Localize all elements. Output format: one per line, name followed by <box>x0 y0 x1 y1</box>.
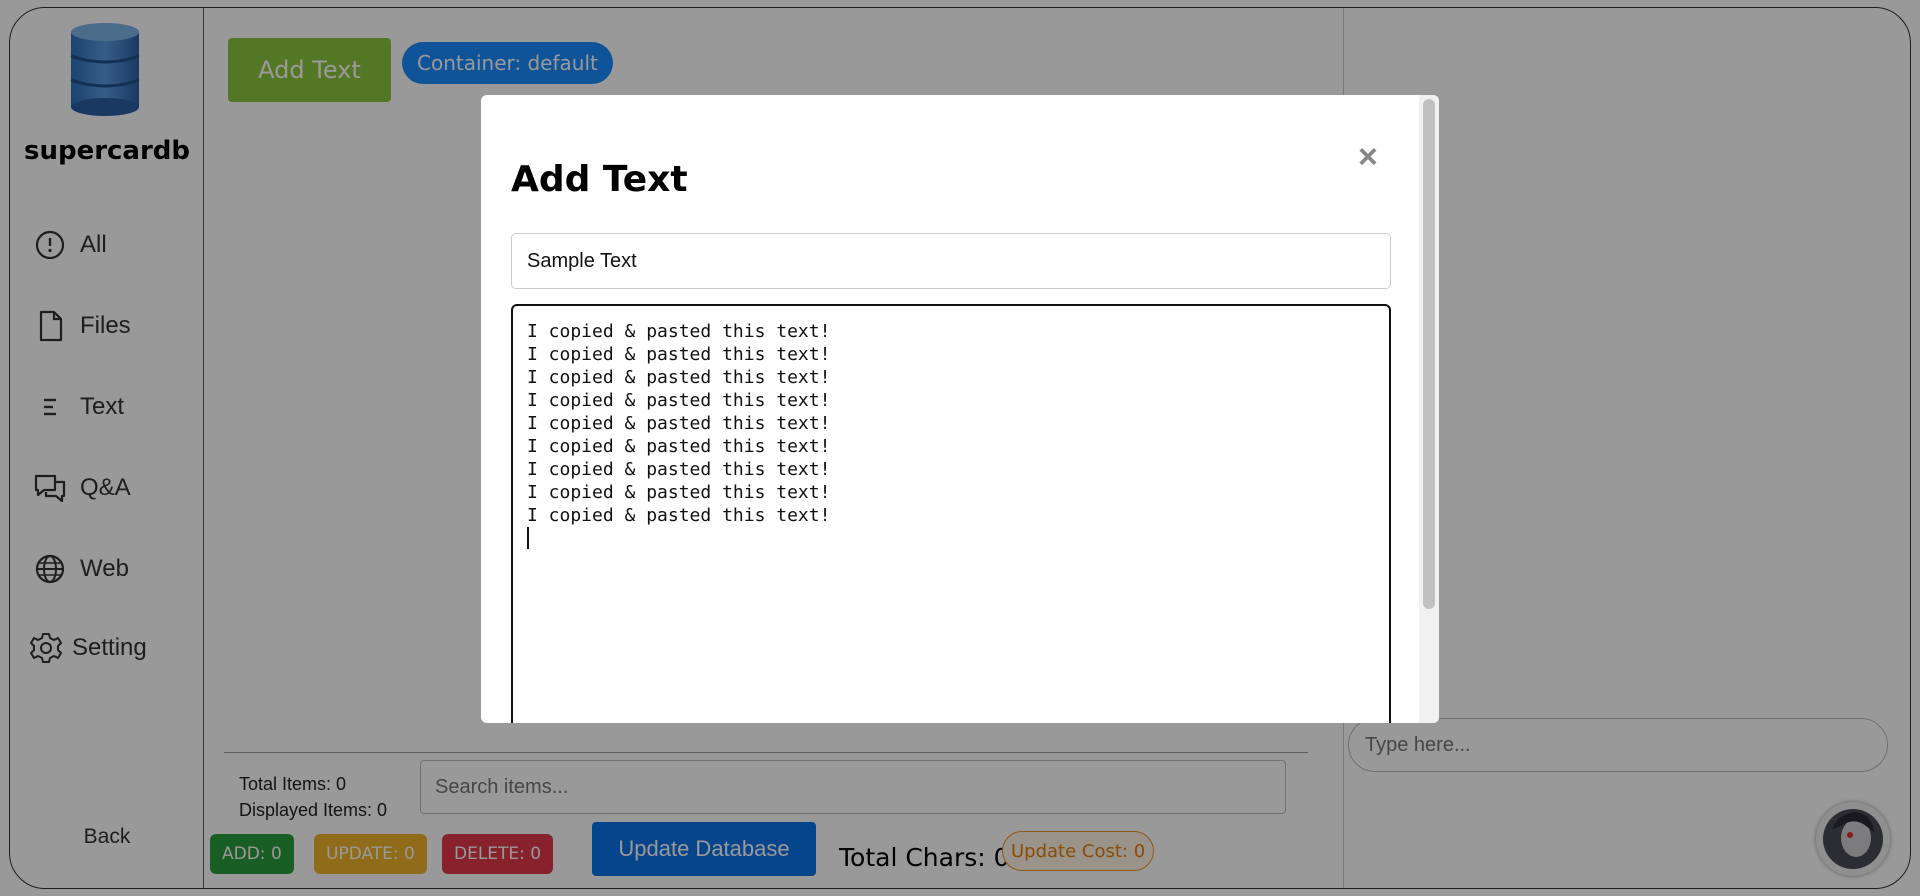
text-content-area[interactable]: I copied & pasted this text! I copied & … <box>511 304 1391 723</box>
text-line: I copied & pasted this text! <box>527 390 831 411</box>
text-line: I copied & pasted this text! <box>527 459 831 480</box>
add-text-modal: Add Text × I copied & pasted this text! … <box>481 95 1439 723</box>
text-line: I copied & pasted this text! <box>527 505 831 526</box>
text-line: I copied & pasted this text! <box>527 321 831 342</box>
text-line: I copied & pasted this text! <box>527 482 831 503</box>
text-line: I copied & pasted this text! <box>527 344 831 365</box>
text-line: I copied & pasted this text! <box>527 367 831 388</box>
close-icon[interactable]: × <box>1358 137 1378 177</box>
modal-title: Add Text <box>511 159 688 200</box>
text-title-input[interactable] <box>511 233 1391 289</box>
text-caret <box>527 527 529 549</box>
text-line: I copied & pasted this text! <box>527 413 831 434</box>
modal-scrollbar-thumb[interactable] <box>1423 99 1435 609</box>
text-line: I copied & pasted this text! <box>527 436 831 457</box>
